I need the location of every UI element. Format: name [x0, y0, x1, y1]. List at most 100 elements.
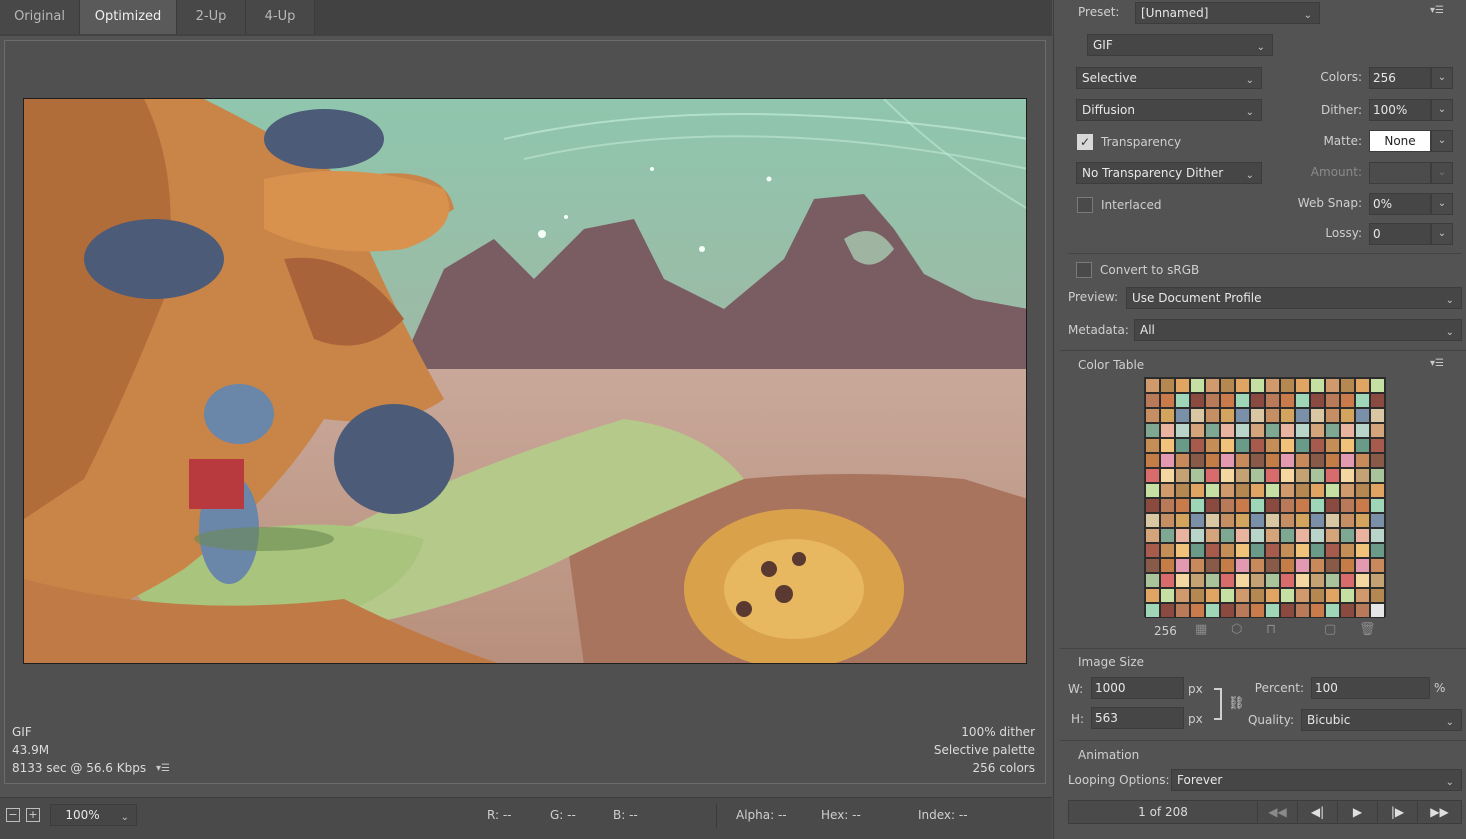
next-frame-icon[interactable]: |▶ [1377, 801, 1417, 823]
color-swatch[interactable] [1370, 468, 1385, 483]
color-swatch[interactable] [1265, 498, 1280, 513]
web-snap-dropdown-arrow[interactable]: ⌄ [1431, 193, 1453, 215]
color-swatch[interactable] [1355, 378, 1370, 393]
lossy-field[interactable]: 0 [1369, 223, 1431, 245]
color-swatch[interactable] [1295, 453, 1310, 468]
color-swatch[interactable] [1355, 543, 1370, 558]
convert-srgb-checkbox[interactable] [1076, 262, 1092, 278]
color-swatch[interactable] [1325, 498, 1340, 513]
color-swatch[interactable] [1160, 453, 1175, 468]
color-swatch[interactable] [1265, 408, 1280, 423]
color-swatch[interactable] [1355, 423, 1370, 438]
color-swatch[interactable] [1280, 408, 1295, 423]
color-swatch[interactable] [1160, 573, 1175, 588]
color-swatch[interactable] [1250, 438, 1265, 453]
tab-original[interactable]: Original [0, 0, 80, 34]
color-swatch[interactable] [1235, 573, 1250, 588]
color-swatch[interactable] [1160, 588, 1175, 603]
color-swatch[interactable] [1355, 528, 1370, 543]
trash-icon[interactable]: 🗑 [1359, 622, 1376, 637]
color-swatch[interactable] [1175, 408, 1190, 423]
color-swatch[interactable] [1175, 558, 1190, 573]
percent-field[interactable]: 100 [1311, 677, 1430, 699]
color-swatch[interactable] [1295, 528, 1310, 543]
color-swatch[interactable] [1280, 423, 1295, 438]
color-swatch[interactable] [1310, 423, 1325, 438]
color-swatch[interactable] [1280, 543, 1295, 558]
color-swatch[interactable] [1355, 588, 1370, 603]
color-swatch[interactable] [1145, 513, 1160, 528]
color-swatch[interactable] [1160, 528, 1175, 543]
color-swatch[interactable] [1340, 573, 1355, 588]
color-swatch[interactable] [1250, 393, 1265, 408]
interlaced-checkbox[interactable] [1077, 197, 1093, 213]
color-swatch[interactable] [1175, 543, 1190, 558]
color-swatch[interactable] [1295, 483, 1310, 498]
color-swatch[interactable] [1340, 513, 1355, 528]
color-swatch[interactable] [1145, 438, 1160, 453]
color-swatch[interactable] [1280, 483, 1295, 498]
color-swatch[interactable] [1175, 453, 1190, 468]
color-swatch[interactable] [1175, 513, 1190, 528]
color-swatch[interactable] [1310, 468, 1325, 483]
color-swatch[interactable] [1145, 393, 1160, 408]
color-swatch[interactable] [1205, 543, 1220, 558]
color-swatch[interactable] [1235, 423, 1250, 438]
color-swatch[interactable] [1295, 438, 1310, 453]
color-swatch[interactable] [1235, 543, 1250, 558]
color-swatch[interactable] [1205, 588, 1220, 603]
color-swatch[interactable] [1205, 498, 1220, 513]
color-swatch[interactable] [1265, 603, 1280, 618]
color-swatch[interactable] [1220, 438, 1235, 453]
color-swatch[interactable] [1235, 498, 1250, 513]
color-swatch[interactable] [1325, 438, 1340, 453]
color-swatch[interactable] [1190, 468, 1205, 483]
color-swatch[interactable] [1205, 558, 1220, 573]
color-swatch[interactable] [1220, 498, 1235, 513]
color-swatch[interactable] [1160, 498, 1175, 513]
color-swatch[interactable] [1250, 573, 1265, 588]
color-swatch[interactable] [1370, 513, 1385, 528]
color-swatch[interactable] [1205, 378, 1220, 393]
color-swatch[interactable] [1250, 603, 1265, 618]
color-swatch[interactable] [1370, 438, 1385, 453]
color-swatch[interactable] [1145, 498, 1160, 513]
color-swatch[interactable] [1325, 573, 1340, 588]
color-swatch[interactable] [1205, 603, 1220, 618]
color-swatch[interactable] [1145, 453, 1160, 468]
looping-options-select[interactable]: Forever ⌄ [1171, 769, 1462, 791]
first-frame-icon[interactable]: ◀◀ [1257, 801, 1297, 823]
chain-link-icon[interactable]: ⛓ [1228, 696, 1245, 711]
color-swatch[interactable] [1340, 588, 1355, 603]
color-swatch[interactable] [1310, 528, 1325, 543]
color-swatch[interactable] [1340, 408, 1355, 423]
color-swatch[interactable] [1340, 483, 1355, 498]
color-swatch[interactable] [1355, 573, 1370, 588]
color-swatch[interactable] [1325, 543, 1340, 558]
color-swatch[interactable] [1220, 588, 1235, 603]
color-swatch[interactable] [1325, 513, 1340, 528]
color-swatch[interactable] [1205, 468, 1220, 483]
color-table-grid[interactable] [1144, 377, 1386, 618]
quality-select[interactable]: Bicubic ⌄ [1301, 709, 1462, 731]
color-swatch[interactable] [1220, 528, 1235, 543]
color-swatch[interactable] [1265, 528, 1280, 543]
color-swatch[interactable] [1190, 423, 1205, 438]
color-swatch[interactable] [1160, 513, 1175, 528]
color-swatch[interactable] [1370, 558, 1385, 573]
color-swatch[interactable] [1250, 558, 1265, 573]
color-swatch[interactable] [1310, 438, 1325, 453]
color-swatch[interactable] [1160, 483, 1175, 498]
tab-optimized[interactable]: Optimized [80, 0, 177, 34]
color-swatch[interactable] [1280, 438, 1295, 453]
color-swatch[interactable] [1205, 393, 1220, 408]
color-swatch[interactable] [1235, 483, 1250, 498]
preview-select[interactable]: Use Document Profile ⌄ [1126, 287, 1462, 309]
color-swatch[interactable] [1295, 558, 1310, 573]
color-swatch[interactable] [1175, 378, 1190, 393]
color-swatch[interactable] [1265, 453, 1280, 468]
color-swatch[interactable] [1310, 393, 1325, 408]
color-swatch[interactable] [1145, 408, 1160, 423]
height-field[interactable]: 563 [1091, 707, 1184, 729]
play-icon[interactable]: ▶ [1337, 801, 1377, 823]
